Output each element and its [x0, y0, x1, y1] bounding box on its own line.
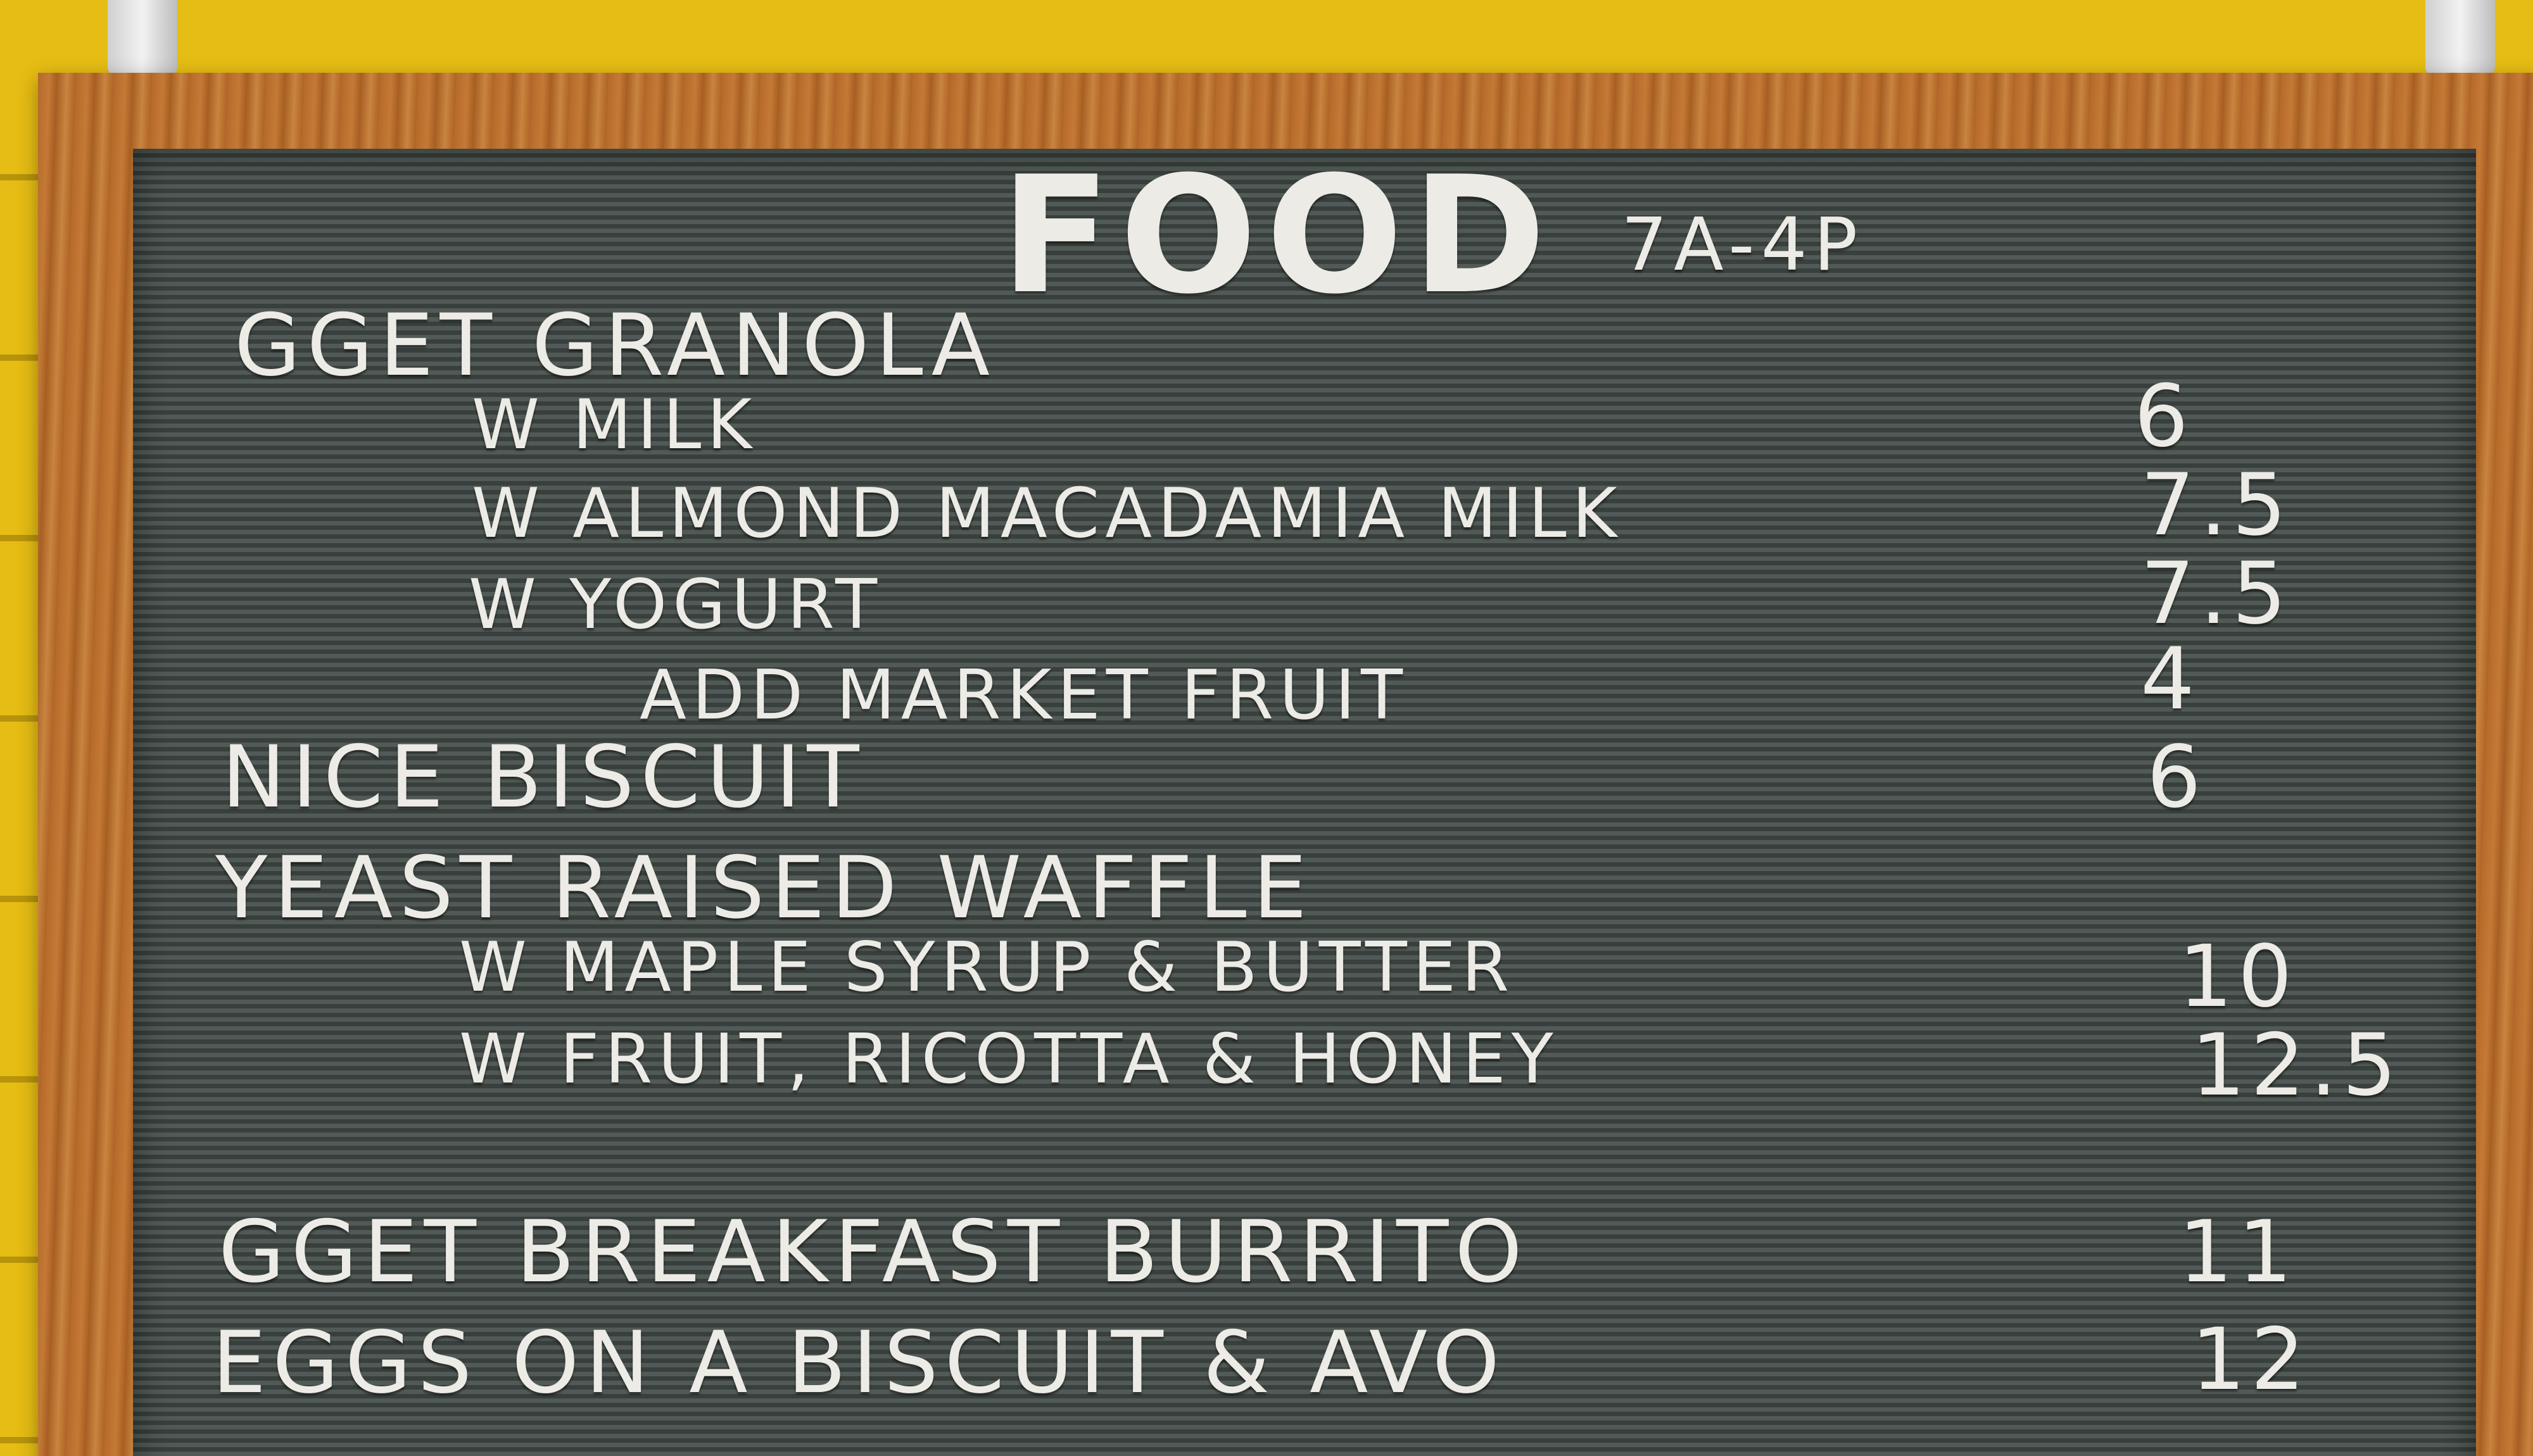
- menu-item-price: 6: [2147, 727, 2206, 827]
- hanging-hook-left: [108, 0, 177, 76]
- menu-hours: 7A-4P: [1621, 203, 1864, 287]
- menu-title: FOOD: [1001, 142, 1555, 330]
- menu-item-price: 12.5: [2191, 1015, 2402, 1115]
- menu-item-price: 4: [2140, 629, 2200, 729]
- menu-item-name: W MAPLE SYRUP & BUTTER: [459, 928, 1515, 1007]
- menu-item-price: 6: [2134, 367, 2194, 466]
- menu-item-price: 11: [2178, 1202, 2297, 1302]
- menu-item-name: W YOGURT: [469, 565, 883, 644]
- menu-item-name: GGET BREAKFAST BURRITO: [218, 1202, 1529, 1302]
- menu-item-name: NICE BISCUIT: [222, 727, 866, 827]
- menu-item-name: YEAST RAISED WAFFLE: [215, 838, 1313, 938]
- menu-item-name: W ALMOND MACADAMIA MILK: [472, 474, 1623, 553]
- hanging-hook-right: [2425, 0, 2495, 76]
- menu-item-name: GGET GRANOLA: [234, 296, 997, 395]
- menu-item-price: 7.5: [2140, 455, 2292, 555]
- menu-item-price: 7.5: [2140, 544, 2292, 643]
- menu-item-name: W FRUIT, RICOTTA & HONEY: [459, 1020, 1559, 1099]
- menu-item-price: 10: [2178, 927, 2297, 1026]
- menu-item-price: 12: [2191, 1310, 2310, 1409]
- menu-item-name: EGGS ON A BISCUIT & AVO: [212, 1313, 1507, 1412]
- menu-item-name: W MILK: [472, 386, 758, 465]
- menu-item-name: ADD MARKET FRUIT: [640, 656, 1409, 735]
